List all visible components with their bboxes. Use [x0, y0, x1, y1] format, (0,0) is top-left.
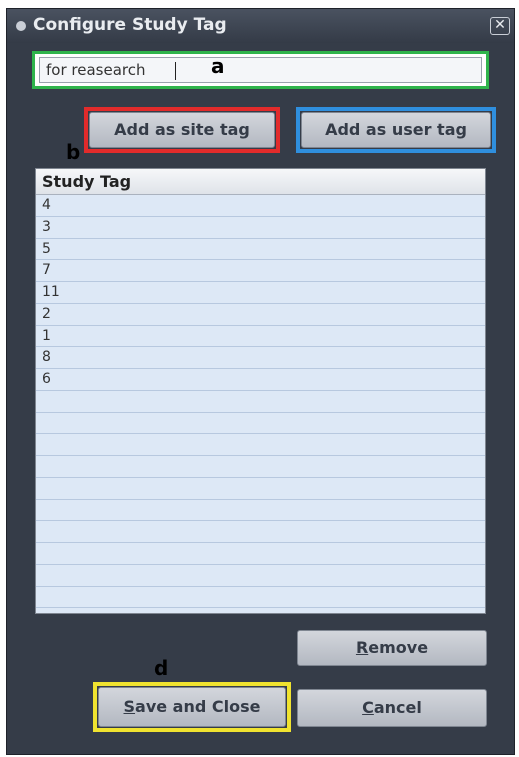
window-title: Configure Study Tag	[33, 15, 227, 35]
list-item[interactable]: 1	[36, 326, 485, 348]
empty-list-row	[36, 500, 485, 522]
annotation-label-b: b	[66, 140, 81, 164]
list-item[interactable]: 3	[36, 217, 485, 239]
tag-rows: 4 3 5 7 11 2 1 8 6	[36, 195, 485, 609]
annotation-label-d: d	[154, 656, 169, 680]
remove-button[interactable]: Remove	[297, 630, 487, 666]
study-tag-input[interactable]	[39, 57, 482, 83]
close-icon[interactable]: ✕	[490, 17, 510, 35]
save-and-close-button[interactable]: Save and Close	[98, 687, 286, 727]
titlebar[interactable]: Configure Study Tag ✕	[7, 9, 514, 43]
add-user-tag-button[interactable]: Add as user tag	[301, 112, 491, 148]
list-item[interactable]: 6	[36, 369, 485, 391]
annotation-label-a: a	[211, 54, 225, 78]
add-site-tag-button[interactable]: Add as site tag	[89, 112, 275, 148]
annotation-box-a	[32, 51, 489, 89]
empty-list-row	[36, 587, 485, 609]
empty-list-row	[36, 434, 485, 456]
list-item[interactable]: 11	[36, 282, 485, 304]
column-header-study-tag[interactable]: Study Tag	[36, 169, 485, 195]
empty-list-row	[36, 521, 485, 543]
empty-list-row	[36, 565, 485, 587]
empty-list-row	[36, 413, 485, 435]
cancel-button[interactable]: Cancel	[297, 689, 487, 727]
study-tag-list[interactable]: Study Tag 4 3 5 7 11 2 1 8 6	[35, 168, 486, 614]
list-item[interactable]: 7	[36, 260, 485, 282]
empty-list-row	[36, 391, 485, 413]
text-cursor	[175, 62, 176, 80]
window-dot-icon	[16, 21, 26, 31]
list-item[interactable]: 8	[36, 347, 485, 369]
empty-list-row	[36, 478, 485, 500]
list-item[interactable]: 2	[36, 304, 485, 326]
list-item[interactable]: 4	[36, 195, 485, 217]
empty-list-row	[36, 456, 485, 478]
list-item[interactable]: 5	[36, 239, 485, 261]
empty-list-row	[36, 543, 485, 565]
